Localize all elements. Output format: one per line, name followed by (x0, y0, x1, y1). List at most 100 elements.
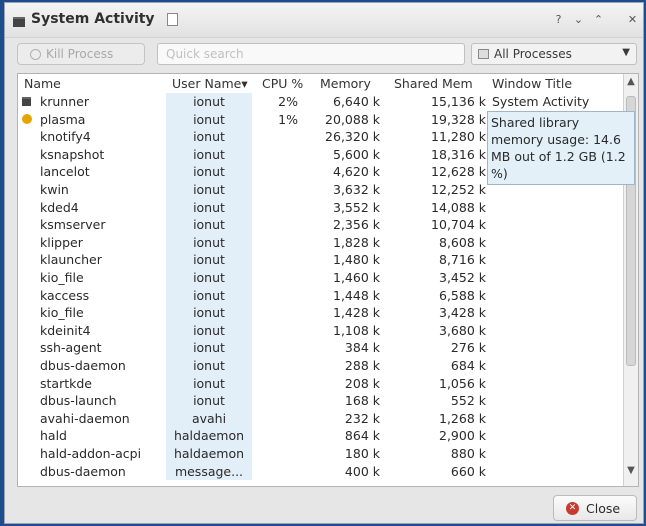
cell-memory: 4,620 k (333, 164, 380, 180)
filter-value: All Processes (494, 47, 572, 61)
cell-shared-mem: 8,608 k (439, 234, 486, 250)
kill-icon (30, 49, 41, 60)
close-label: Close (586, 501, 621, 516)
table-header: Name User Name▾ CPU % Memory Shared Mem … (18, 74, 624, 92)
cell-user: ionut (166, 181, 252, 199)
table-row[interactable]: dbus-daemon message... 400 k 660 k (18, 462, 624, 481)
cell-user: avahi (166, 409, 252, 428)
header-user-name[interactable]: User Name▾ (172, 76, 248, 91)
cell-memory: 180 k (344, 446, 380, 461)
cell-memory: 20,088 k (325, 111, 380, 127)
cell-shared-mem: 552 k (450, 393, 486, 409)
cell-memory: 1,460 k (333, 270, 380, 285)
table-row[interactable]: kded4 ionut 3,552 k 14,088 k (18, 198, 624, 217)
help-button[interactable]: ? (551, 12, 566, 27)
cell-name: kaccess (40, 287, 90, 303)
header-name[interactable]: Name (24, 76, 61, 91)
header-user-name-label: User Name (172, 76, 242, 91)
cell-user: ionut (166, 286, 252, 305)
cell-name: dbus-launch (40, 393, 117, 409)
cell-shared-mem: 8,716 k (439, 252, 486, 268)
cell-shared-mem: 1,056 k (439, 375, 486, 391)
table-row[interactable]: kaccess ionut 1,448 k 6,588 k (18, 286, 624, 305)
table-row[interactable]: kdeinit4 ionut 1,108 k 3,680 k (18, 321, 624, 340)
cell-shared-mem: 6,588 k (439, 287, 486, 303)
cell-memory: 3,552 k (333, 199, 380, 215)
cell-shared-mem: 10,704 k (431, 217, 486, 233)
cell-memory: 232 k (344, 410, 380, 426)
table-row[interactable]: ksmserver ionut 2,356 k 10,704 k (18, 216, 624, 234)
table-row[interactable]: hald haldaemon 864 k 2,900 k (18, 427, 624, 445)
cell-user: haldaemon (166, 427, 252, 445)
close-button[interactable]: ✕ Close (553, 495, 637, 521)
scroll-up-icon[interactable]: ▲ (624, 76, 638, 87)
table-row[interactable]: klauncher ionut 1,480 k 8,716 k (18, 251, 624, 269)
cell-memory: 384 k (344, 340, 380, 356)
window-title: System Activity (31, 11, 155, 27)
cell-user: ionut (166, 163, 252, 181)
cell-memory: 2,356 k (333, 217, 380, 233)
cell-shared-mem: 12,628 k (431, 164, 486, 180)
process-filter-select[interactable]: All Processes ▼ (471, 43, 637, 65)
table-row[interactable]: klipper ionut 1,828 k 8,608 k (18, 233, 624, 252)
cell-name: hald-addon-acpi (40, 446, 142, 461)
table-row[interactable]: hald-addon-acpi haldaemon 180 k 880 k (18, 445, 624, 463)
table-row[interactable]: dbus-launch ionut 168 k 552 k (18, 392, 624, 410)
close-window-button[interactable]: ✕ (625, 12, 640, 27)
header-cpu[interactable]: CPU % (262, 76, 303, 91)
cell-memory: 6,640 k (333, 94, 380, 109)
system-activity-window: System Activity ? ⌄ ⌃ ✕ Kill Process Qui… (4, 2, 644, 524)
cell-memory: 168 k (344, 393, 380, 409)
cell-shared-mem: 684 k (450, 358, 486, 373)
cell-user: ionut (166, 110, 252, 129)
cell-shared-mem: 1,268 k (439, 410, 486, 426)
cell-user: ionut (166, 145, 252, 164)
keep-above-icon[interactable] (167, 13, 178, 26)
cell-shared-mem: 2,900 k (439, 428, 486, 444)
table-row[interactable]: startkde ionut 208 k 1,056 k (18, 374, 624, 393)
header-memory[interactable]: Memory (320, 76, 371, 91)
cell-name: lancelot (40, 164, 90, 180)
cell-user: ionut (166, 269, 252, 287)
table-row[interactable]: krunner ionut 2% 6,640 k 15,136 k System Acti… (18, 93, 624, 111)
cell-shared-mem: 3,680 k (439, 322, 486, 338)
cell-name: kded4 (40, 199, 79, 215)
table-row[interactable]: kio_file ionut 1,428 k 3,428 k (18, 304, 624, 322)
cell-name: klipper (40, 234, 83, 250)
cell-memory: 3,632 k (333, 182, 380, 197)
scroll-down-icon[interactable]: ▼ (624, 465, 638, 476)
cell-name: ksnapshot (40, 146, 105, 162)
cell-memory: 1,108 k (333, 322, 380, 338)
table-row[interactable]: ssh-agent ionut 384 k 276 k (18, 339, 624, 357)
title-bar[interactable]: System Activity ? ⌄ ⌃ ✕ (5, 3, 643, 38)
cell-memory: 288 k (344, 358, 380, 373)
maximize-button[interactable]: ⌃ (591, 12, 606, 27)
table-row[interactable]: dbus-daemon ionut 288 k 684 k (18, 357, 624, 375)
header-shared-mem[interactable]: Shared Mem (394, 76, 473, 91)
cell-user: ionut (166, 251, 252, 269)
cell-shared-mem: 14,088 k (431, 199, 486, 215)
minimize-button[interactable]: ⌄ (571, 12, 586, 27)
cell-shared-mem: 660 k (450, 463, 486, 479)
quick-search-input[interactable]: Quick search (157, 43, 465, 65)
cell-user: ionut (166, 304, 252, 322)
cell-name: avahi-daemon (40, 410, 130, 426)
cell-user: message... (166, 462, 252, 481)
cell-user: ionut (166, 374, 252, 393)
cell-name: krunner (40, 94, 89, 109)
cell-name: kio_file (40, 270, 84, 285)
cell-memory: 26,320 k (325, 129, 380, 145)
table-row[interactable]: kio_file ionut 1,460 k 3,452 k (18, 269, 624, 287)
kill-process-label: Kill Process (46, 47, 114, 61)
table-row[interactable]: avahi-daemon avahi 232 k 1,268 k (18, 409, 624, 428)
sort-indicator-icon: ▾ (241, 76, 248, 91)
cell-name: startkde (40, 375, 92, 391)
kill-process-button[interactable]: Kill Process (17, 43, 145, 65)
cell-user: ionut (166, 357, 252, 375)
cell-name: plasma (40, 111, 86, 127)
cell-memory: 1,480 k (333, 252, 380, 268)
header-window-title[interactable]: Window Title (492, 76, 572, 91)
chevron-down-icon: ▼ (622, 47, 630, 58)
cell-memory: 1,828 k (333, 234, 380, 250)
cell-cpu: 1% (278, 111, 298, 127)
